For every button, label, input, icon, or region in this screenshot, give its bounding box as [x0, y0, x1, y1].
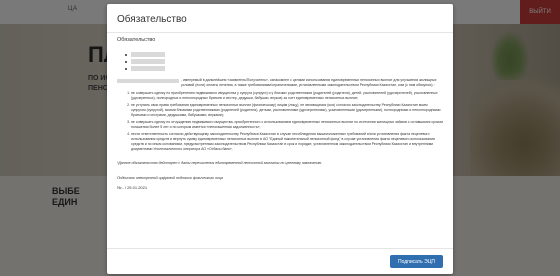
document-number: № - / 25.01.2021 — [117, 185, 148, 190]
intro-paragraph: , именуемый в дальнейшем «заявитель/Полу… — [117, 78, 443, 88]
obligation-modal: Обязательство Обязательство , именуемый … — [107, 4, 453, 274]
obligation-item: не совершать сделку по приобретению недв… — [131, 91, 443, 101]
bullet-icon — [125, 53, 127, 56]
document-body: Обязательство , именуемый в дальнейшем «… — [117, 37, 443, 242]
redacted-block — [131, 52, 165, 57]
redacted-block — [131, 59, 165, 64]
redacted-item — [125, 51, 443, 58]
obligation-item: не совершать сделку по отчуждению недвиж… — [131, 120, 443, 130]
obligation-item: не уступать свои права требования единов… — [131, 103, 443, 118]
header-divider — [107, 32, 453, 33]
redacted-item — [125, 65, 443, 72]
obligation-list: не совершать сделку по приобретению недв… — [117, 91, 443, 152]
bullet-icon — [125, 60, 127, 63]
modal-title: Обязательство — [117, 14, 187, 25]
signature-note: Подписано электронной цифровой подписью … — [117, 176, 223, 180]
footer-divider — [107, 248, 453, 249]
document-heading: Обязательство — [117, 37, 156, 43]
footnote: *Данное обязательство действует с даты п… — [117, 161, 323, 165]
redacted-details — [125, 51, 443, 72]
redacted-item — [125, 58, 443, 65]
redacted-block — [131, 66, 165, 71]
obligation-item: нести ответственность согласно действующ… — [131, 132, 443, 152]
sign-eds-button[interactable]: Подписать ЭЦП — [389, 255, 443, 268]
bullet-icon — [125, 67, 127, 70]
redacted-name — [117, 78, 179, 83]
intro-text: , именуемый в дальнейшем «заявитель/Полу… — [181, 78, 437, 87]
